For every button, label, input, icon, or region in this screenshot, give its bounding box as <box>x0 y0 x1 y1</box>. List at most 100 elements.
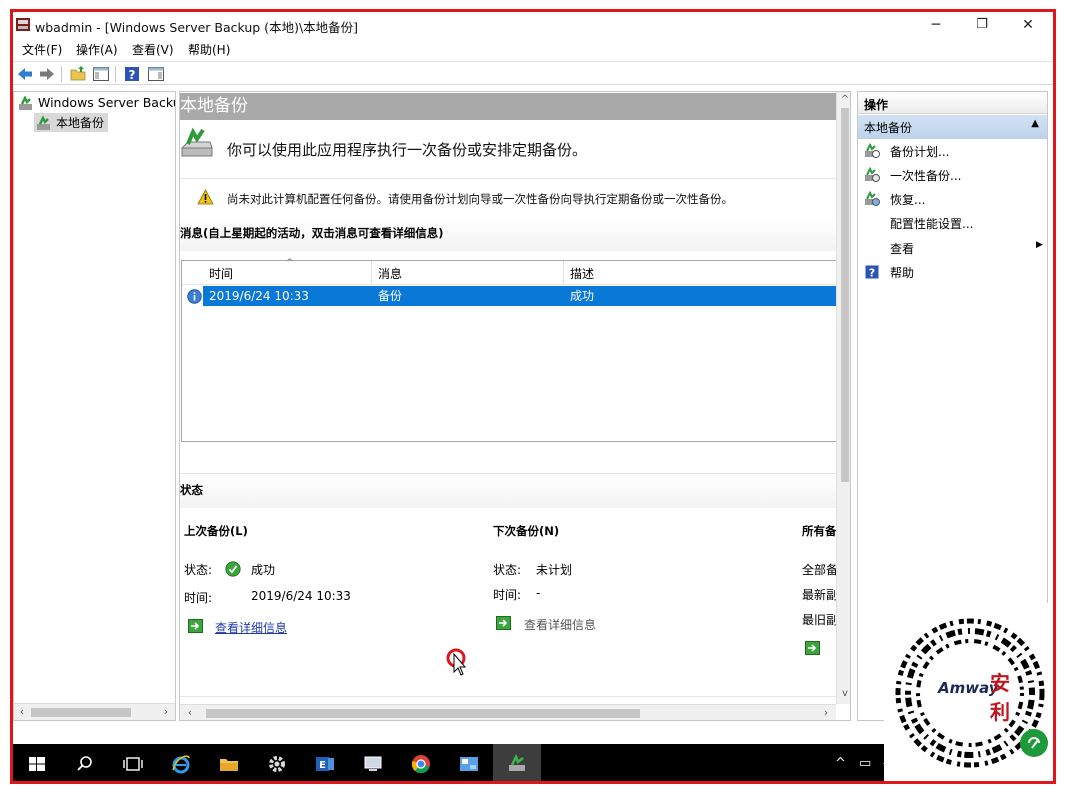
result-pane-title: 本地备份 <box>180 93 836 120</box>
divider <box>180 696 836 697</box>
result-pane: 本地备份 你可以使用此应用程序执行一次备份或安排定期备份。 尚未对此计算机配置任… <box>179 91 851 721</box>
taskbar-ie[interactable] <box>157 744 205 784</box>
table-row[interactable]: 2019/6/24 10:33 备份 成功 <box>203 286 837 306</box>
folder-icon <box>220 759 238 771</box>
task-view-icon <box>123 757 143 771</box>
intro-text: 你可以使用此应用程序执行一次备份或安排定期备份。 <box>227 141 588 159</box>
tree-item-windows-server-backup[interactable]: Windows Server Backup <box>18 95 176 112</box>
warning-message: 尚未对此计算机配置任何备份。请使用备份计划向导或一次性备份向导执行定期备份或一次… <box>227 192 733 206</box>
taskbar-server-manager[interactable] <box>253 744 301 784</box>
close-button[interactable]: ✕ <box>1005 12 1051 38</box>
taskbar-control-panel[interactable] <box>445 744 493 784</box>
forward-arrow-icon[interactable] <box>38 65 56 83</box>
task-view-button[interactable] <box>109 744 157 784</box>
green-arrow-icon <box>496 616 511 630</box>
help-icon[interactable]: ? <box>123 65 141 83</box>
cell-message: 备份 <box>378 289 403 303</box>
action-label: 恢复... <box>890 193 926 207</box>
internet-explorer-icon <box>172 755 190 774</box>
next-backup-title: 下次备份(N) <box>493 524 560 538</box>
actions-title: 操作 <box>858 92 1047 114</box>
scrollbar-thumb[interactable] <box>841 108 849 482</box>
toolbar-separator <box>61 66 62 82</box>
local-backup-icon <box>37 115 50 130</box>
tray-network-icon[interactable]: ▭ <box>859 744 871 784</box>
menu-action[interactable]: 操作(A) <box>76 41 118 58</box>
action-label: 查看 <box>890 242 915 256</box>
next-backup-time-value: - <box>536 586 541 600</box>
back-arrow-icon[interactable] <box>16 65 34 83</box>
gear-icon <box>269 756 285 772</box>
scroll-right-arrow-icon[interactable]: › <box>819 706 833 719</box>
recover-icon <box>865 191 880 206</box>
scroll-down-arrow-icon[interactable]: v <box>837 688 850 699</box>
scrollbar-thumb[interactable] <box>31 708 131 717</box>
scroll-left-arrow-icon[interactable]: ‹ <box>15 705 29 718</box>
tray-show-hidden-icon[interactable]: ^ <box>835 744 846 784</box>
svg-text:E: E <box>319 760 326 771</box>
next-backup-time-label: 时间: <box>493 588 522 602</box>
tree-item-local-backup[interactable]: 本地备份 <box>34 113 109 132</box>
last-backup-details-link[interactable]: 查看详细信息 <box>215 619 287 636</box>
collapse-caret-icon[interactable]: ▲ <box>1031 118 1039 129</box>
all-backups-line-2: 最新副 <box>802 588 839 602</box>
success-check-icon <box>225 561 241 577</box>
control-panel-icon <box>460 757 478 771</box>
taskbar-file-explorer[interactable] <box>205 744 253 784</box>
title-bar[interactable]: wbadmin - [Windows Server Backup (本地)\本地… <box>13 12 1053 38</box>
tree-horizontal-scrollbar[interactable]: ‹ › <box>14 703 175 720</box>
all-backups-title: 所有备 <box>802 524 837 538</box>
windows-start-icon <box>29 757 45 771</box>
scroll-left-arrow-icon[interactable]: ‹ <box>183 706 197 719</box>
window-title: wbadmin - [Windows Server Backup (本地)\本地… <box>35 20 359 35</box>
messages-section-header: 消息(自上星期起的活动，双击消息可查看详细信息) <box>180 217 836 251</box>
column-header-message[interactable]: 消息 <box>372 261 564 285</box>
cell-time: 2019/6/24 10:33 <box>209 289 309 303</box>
wbadmin-app-icon <box>16 18 30 31</box>
console-tree: Windows Server Backup 本地备份 ‹ › <box>13 91 176 721</box>
warning-icon <box>197 189 214 205</box>
status-section-header: 状态 <box>180 474 836 508</box>
tree-root-label: Windows Server Backup <box>38 95 176 110</box>
taskbar-wbadmin[interactable] <box>493 744 541 784</box>
backup-drive-icon <box>180 127 213 157</box>
scroll-right-arrow-icon[interactable]: › <box>159 705 173 718</box>
result-horizontal-scrollbar[interactable]: ‹ › <box>180 704 836 720</box>
action-label: 帮助 <box>890 266 915 280</box>
action-label: 备份计划... <box>890 145 950 159</box>
actions-section-label: 本地备份 <box>864 121 913 135</box>
last-backup-time-label: 时间: <box>184 591 213 605</box>
messages-table[interactable]: 时间 ^ 消息 描述 2019/6/24 10:33 备份 成功 <box>181 258 837 442</box>
taskbar-chrome[interactable] <box>397 744 445 784</box>
result-vertical-scrollbar[interactable]: ^ v <box>836 92 850 704</box>
sort-ascending-icon: ^ <box>286 258 294 268</box>
computer-icon <box>364 756 382 771</box>
taskbar-remote-desktop[interactable] <box>349 744 397 784</box>
app-window: wbadmin - [Windows Server Backup (本地)\本地… <box>0 0 1069 799</box>
taskbar-exchange[interactable]: E <box>301 744 349 784</box>
scrollbar-thumb[interactable] <box>206 709 640 718</box>
menu-view[interactable]: 查看(V) <box>132 41 174 58</box>
green-arrow-icon <box>188 619 203 633</box>
show-hide-action-pane-icon[interactable] <box>147 65 165 83</box>
action-label: 一次性备份... <box>890 169 962 183</box>
start-button[interactable] <box>13 744 61 784</box>
menu-file[interactable]: 文件(F) <box>22 41 62 58</box>
help-icon: ? <box>865 265 879 280</box>
maximize-button[interactable]: ❐ <box>959 12 1005 38</box>
actions-section-local-backup[interactable]: 本地备份 ▲ <box>858 115 1047 139</box>
menu-help[interactable]: 帮助(H) <box>188 41 230 58</box>
scroll-up-arrow-icon[interactable]: ^ <box>837 94 850 105</box>
chrome-icon <box>411 755 430 774</box>
last-backup-time-value: 2019/6/24 10:33 <box>251 589 351 603</box>
toolbar: ? <box>13 61 1053 85</box>
minimize-button[interactable]: ─ <box>913 12 959 38</box>
up-folder-icon[interactable] <box>69 65 87 83</box>
last-backup-status-value: 成功 <box>251 563 276 577</box>
server-backup-icon <box>509 754 525 771</box>
column-header-description[interactable]: 描述 <box>564 261 837 285</box>
action-label: 配置性能设置... <box>890 217 974 231</box>
backup-once-icon <box>865 167 880 182</box>
show-hide-tree-icon[interactable] <box>92 65 110 83</box>
taskbar-search[interactable] <box>61 744 109 784</box>
